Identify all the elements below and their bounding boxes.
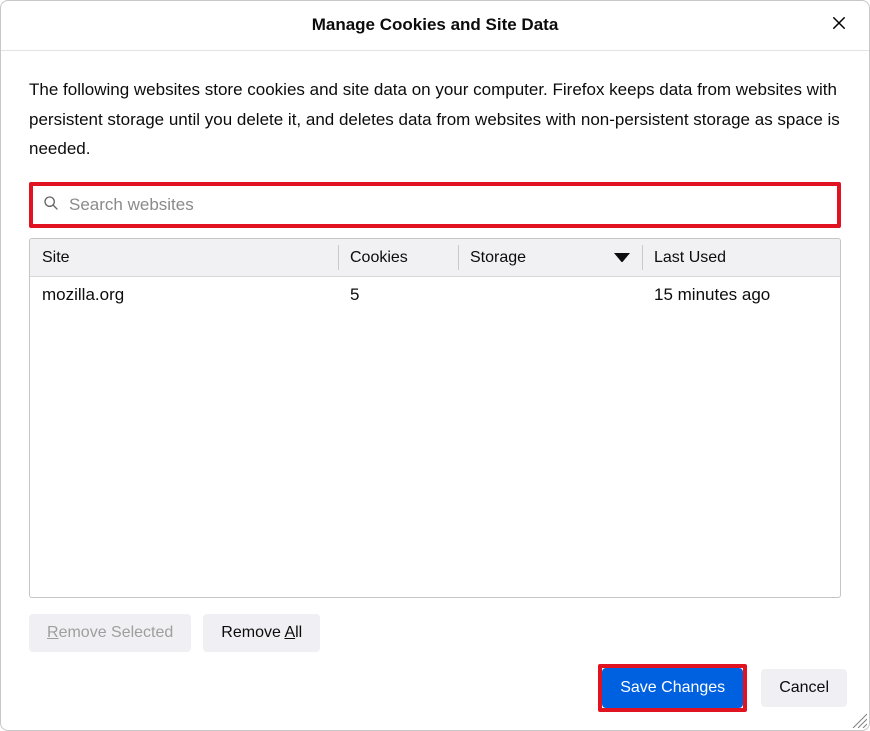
resize-grip[interactable] [849, 710, 867, 728]
column-label: Storage [470, 249, 526, 267]
cell-site: mozilla.org [30, 285, 338, 305]
sort-indicator-icon [614, 250, 630, 266]
cancel-button[interactable]: Cancel [761, 669, 847, 707]
dialog-title: Manage Cookies and Site Data [312, 15, 559, 35]
column-last-used[interactable]: Last Used [642, 239, 840, 276]
save-highlight: Save Changes [598, 664, 747, 712]
remove-all-button[interactable]: Remove All [203, 614, 320, 652]
table-header: Site Cookies Storage Last Used [30, 239, 840, 277]
column-label: Site [42, 249, 70, 267]
search-icon [43, 195, 59, 216]
action-row: Remove Selected Remove All [29, 598, 841, 652]
button-label-post: ll [295, 624, 302, 641]
resize-grip-icon [849, 715, 867, 731]
titlebar: Manage Cookies and Site Data [1, 1, 869, 51]
column-site[interactable]: Site [30, 239, 338, 276]
site-data-table: Site Cookies Storage Last Used mozilla. [29, 238, 841, 598]
search-input[interactable] [67, 194, 827, 216]
column-cookies[interactable]: Cookies [338, 239, 458, 276]
cookies-dialog: Manage Cookies and Site Data The followi… [0, 0, 870, 731]
cell-cookies: 5 [338, 285, 458, 305]
column-label: Last Used [654, 249, 726, 267]
close-button[interactable] [827, 13, 851, 37]
mnemonic: R [47, 624, 59, 641]
description-text: The following websites store cookies and… [29, 75, 841, 164]
mnemonic: A [284, 624, 295, 641]
search-field[interactable] [33, 186, 837, 224]
dialog-footer: Save Changes Cancel [1, 652, 869, 730]
save-changes-button[interactable]: Save Changes [602, 668, 743, 708]
button-label-pre: Remove [221, 624, 284, 641]
close-icon [830, 14, 848, 37]
table-body: mozilla.org 5 15 minutes ago [30, 277, 840, 597]
search-highlight [29, 182, 841, 228]
column-storage[interactable]: Storage [458, 239, 642, 276]
remove-selected-button[interactable]: Remove Selected [29, 614, 191, 652]
cell-last-used: 15 minutes ago [642, 285, 840, 305]
column-label: Cookies [350, 249, 408, 267]
table-row[interactable]: mozilla.org 5 15 minutes ago [30, 277, 840, 313]
button-label-rest: emove Selected [59, 624, 174, 641]
